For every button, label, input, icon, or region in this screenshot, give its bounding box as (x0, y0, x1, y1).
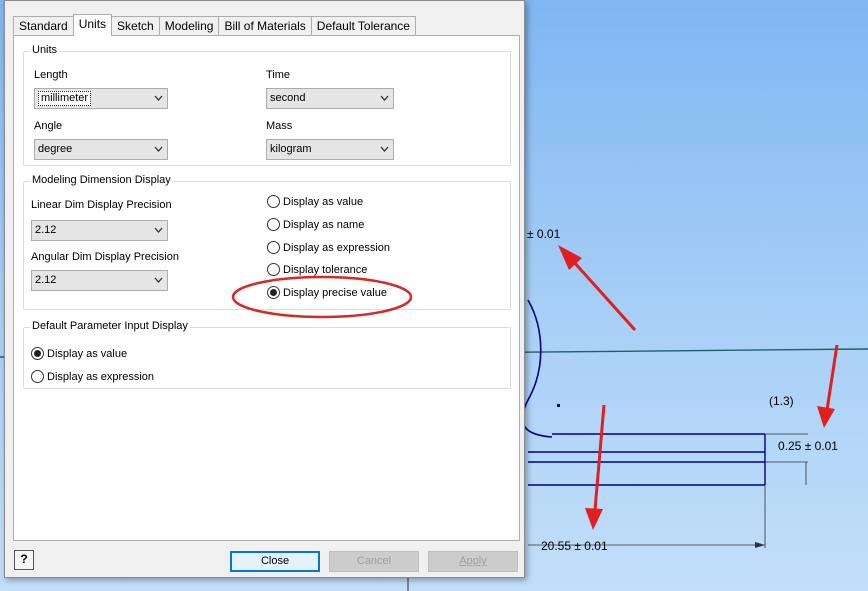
tab-sketch[interactable]: Sketch (111, 16, 160, 36)
dim-ref-text[interactable]: (1.3) (769, 394, 794, 408)
document-settings-dialog: Standard Units Sketch Modeling Bill of M… (4, 0, 525, 578)
chevron-down-icon (154, 277, 163, 283)
time-label: Time (266, 69, 291, 81)
chevron-down-icon (380, 146, 389, 152)
length-value: millimeter (38, 91, 92, 106)
radio-circle (267, 241, 280, 254)
length-select[interactable]: millimeter (34, 88, 168, 109)
linear-precision-label: Linear Dim Display Precision (31, 199, 172, 211)
radio-display-tolerance[interactable]: Display tolerance (267, 263, 367, 276)
help-button[interactable]: ? (14, 550, 34, 570)
radio-label: Display as value (47, 347, 128, 360)
mass-value: kilogram (270, 143, 312, 155)
close-button[interactable]: Close (230, 551, 320, 572)
radio-label: Display precise value (283, 286, 387, 299)
parameter-input-group: Default Parameter Input Display Display … (23, 320, 511, 389)
radio-display-precise-value[interactable]: Display precise value (267, 286, 387, 299)
tab-standard[interactable]: Standard (13, 16, 74, 36)
units-group: Units Length millimeter Time second Angl… (23, 44, 511, 166)
modeling-dimension-group: Modeling Dimension Display Linear Dim Di… (23, 174, 511, 310)
dim-top-text[interactable]: ± 0.01 (527, 227, 561, 241)
radio-label: Display tolerance (283, 263, 368, 276)
angular-precision-label: Angular Dim Display Precision (31, 251, 179, 263)
radio-circle-selected (31, 347, 44, 360)
radio-param-display-as-value[interactable]: Display as value (31, 347, 127, 360)
angular-precision-select[interactable]: 2.12 (31, 270, 168, 291)
mass-select[interactable]: kilogram (266, 139, 394, 160)
tab-strip: Standard Units Sketch Modeling Bill of M… (13, 14, 416, 36)
cancel-button[interactable]: Cancel (329, 551, 419, 572)
angle-select[interactable]: degree (34, 139, 168, 160)
dim-bottom-text[interactable]: 20.55 ± 0.01 (541, 539, 608, 553)
tab-default-tolerance[interactable]: Default Tolerance (310, 16, 416, 36)
angle-label: Angle (34, 120, 63, 132)
time-select[interactable]: second (266, 88, 394, 109)
tab-modeling[interactable]: Modeling (158, 16, 220, 36)
units-group-title: Units (30, 44, 60, 56)
radio-label: Display as value (283, 195, 364, 208)
radio-circle (267, 218, 280, 231)
chevron-down-icon (380, 95, 389, 101)
tab-units[interactable]: Units (72, 14, 113, 36)
chevron-down-icon (154, 95, 163, 101)
radio-display-as-value[interactable]: Display as value (267, 195, 363, 208)
radio-circle (31, 370, 44, 383)
radio-param-display-as-expression[interactable]: Display as expression (31, 370, 154, 383)
angular-precision-value: 2.12 (35, 274, 57, 286)
time-value: second (270, 92, 306, 104)
radio-label: Display as name (283, 218, 365, 231)
linear-precision-value: 2.12 (35, 224, 57, 236)
radio-circle (267, 195, 280, 208)
chevron-down-icon (154, 146, 163, 152)
angle-value: degree (38, 143, 73, 155)
dim-arrowhead (755, 542, 765, 548)
units-tab-page: Units Length millimeter Time second Angl… (13, 35, 520, 541)
radio-circle-selected (267, 286, 280, 299)
modeling-group-title: Modeling Dimension Display (30, 174, 173, 186)
radio-circle (267, 263, 280, 276)
length-label: Length (34, 69, 68, 81)
linear-precision-select[interactable]: 2.12 (31, 220, 168, 241)
sketch-arc-outer (521, 299, 553, 438)
parameter-group-title: Default Parameter Input Display (30, 320, 190, 332)
mass-label: Mass (266, 120, 293, 132)
dim-right-text[interactable]: 0.25 ± 0.01 (778, 439, 838, 453)
radio-label: Display as expression (47, 370, 154, 383)
radio-label: Display as expression (283, 241, 390, 254)
radio-display-as-name[interactable]: Display as name (267, 218, 364, 231)
radio-display-as-expression[interactable]: Display as expression (267, 241, 390, 254)
sketch-point (557, 404, 560, 407)
tab-bill-of-materials[interactable]: Bill of Materials (218, 16, 312, 36)
chevron-down-icon (154, 227, 163, 233)
apply-button[interactable]: Apply (428, 551, 518, 572)
